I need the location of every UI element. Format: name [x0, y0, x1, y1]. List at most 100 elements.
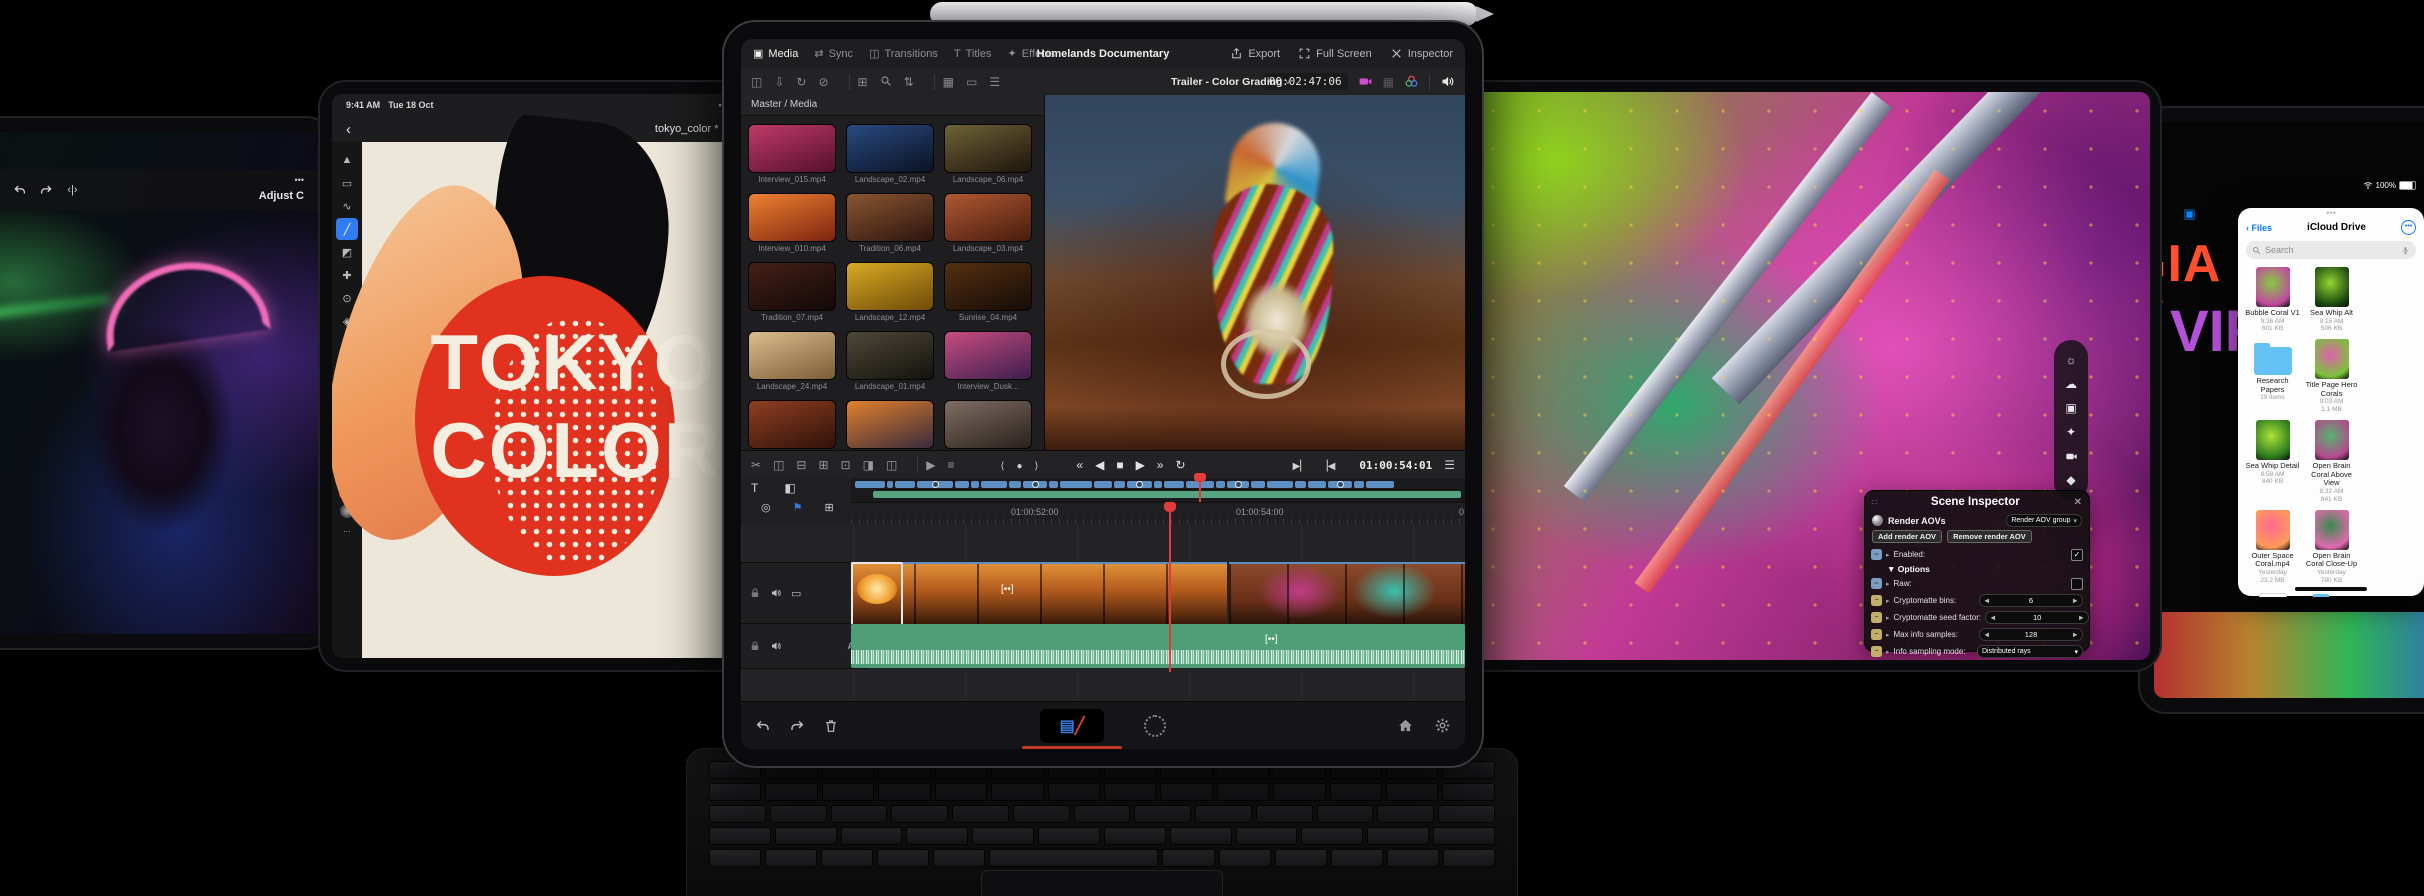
key[interactable] — [906, 827, 968, 845]
redo-icon[interactable] — [39, 183, 53, 197]
stepper-decrement-icon[interactable]: ◄ — [1989, 613, 1996, 622]
tab-transitions[interactable]: ◫Transitions — [869, 47, 938, 60]
brush-tool[interactable]: ╱ — [336, 218, 358, 240]
media-clip[interactable]: Landscape_01.mp4 — [846, 331, 934, 391]
key[interactable] — [935, 783, 987, 801]
timeline-menu-icon[interactable]: ☰ — [1444, 458, 1455, 472]
media-clip[interactable]: Landscape_02.mp4 — [846, 124, 934, 184]
stepper-decrement-icon[interactable]: ◄ — [1983, 596, 1990, 605]
unlink-icon[interactable]: ⊘ — [818, 75, 828, 89]
overview-clip-segment[interactable] — [895, 481, 915, 488]
tab-media[interactable]: ▣Media — [753, 47, 798, 60]
key[interactable] — [1443, 849, 1495, 867]
export-button[interactable]: Export — [1230, 47, 1280, 60]
text-tool-icon[interactable]: T — [751, 481, 758, 495]
key[interactable] — [989, 849, 1158, 867]
key[interactable] — [1170, 827, 1232, 845]
key[interactable] — [1433, 827, 1495, 845]
key[interactable] — [952, 805, 1009, 823]
trackpad[interactable] — [981, 870, 1223, 896]
match-right-icon[interactable]: ⟩ — [1034, 461, 1038, 472]
overview-clip-segment[interactable] — [1049, 481, 1058, 488]
overview-clip-segment[interactable] — [981, 481, 1007, 488]
key[interactable] — [878, 783, 930, 801]
back-chevron[interactable]: ‹ — [346, 121, 351, 138]
compare-icon[interactable]: ‹|› — [67, 184, 77, 196]
options-header[interactable]: ▼ Options — [1887, 564, 2083, 574]
replace-icon[interactable]: ⊡ — [841, 458, 851, 472]
key[interactable] — [1074, 805, 1131, 823]
media-icon[interactable]: ▣ — [2061, 398, 2081, 418]
grid-view-icon[interactable]: ⊞ — [858, 75, 868, 89]
keyboard-keys[interactable] — [709, 761, 1495, 871]
file-item[interactable]: Bubble Coral V19:36 AM601 KB — [2244, 267, 2301, 333]
transform-tool[interactable]: ▭ — [336, 172, 358, 194]
key[interactable] — [1195, 805, 1252, 823]
full-screen-button[interactable]: Full Screen — [1298, 47, 1372, 60]
media-clip[interactable]: Landscape_06.mp4 — [944, 124, 1032, 184]
key[interactable] — [1256, 805, 1313, 823]
environment-icon[interactable]: ☁ — [2061, 374, 2081, 394]
tab-titles[interactable]: TTitles — [954, 48, 992, 60]
overview-clip-segment[interactable] — [955, 481, 969, 488]
drag-handle-icon[interactable]: ∷ — [1872, 498, 1877, 507]
clip-play-icon[interactable]: ▶ — [926, 458, 935, 472]
expand-caret-icon[interactable]: ▸ — [1886, 648, 1890, 656]
overview-clip-segment[interactable] — [1354, 481, 1364, 488]
overview-clip-segment[interactable] — [855, 481, 885, 488]
key[interactable] — [709, 827, 771, 845]
file-item[interactable]: Sea Whip Alt9:15 AM506 KB — [2303, 267, 2360, 333]
media-clip[interactable]: Landscape_12.mp4 — [846, 262, 934, 322]
key[interactable] — [831, 805, 888, 823]
key[interactable] — [1387, 849, 1439, 867]
eraser-tool[interactable]: ◩ — [336, 241, 358, 263]
overview-clip-segment[interactable] — [1308, 481, 1326, 488]
checkbox[interactable] — [2071, 578, 2083, 590]
media-clip[interactable]: Sunrise_04.mp4 — [944, 262, 1032, 322]
add-track-icon[interactable]: ⊞ — [824, 501, 833, 514]
lock-icon[interactable] — [749, 587, 761, 599]
camera-icon[interactable] — [2061, 446, 2081, 466]
cut-page-button[interactable]: ▤╱ — [1040, 709, 1104, 743]
razor-icon[interactable]: ✂ — [751, 458, 761, 472]
overview-clip-segment[interactable] — [1216, 481, 1225, 488]
key[interactable] — [1317, 805, 1374, 823]
key[interactable] — [877, 849, 929, 867]
key[interactable] — [709, 783, 761, 801]
audio-clip[interactable]: [••] — [851, 624, 1465, 668]
play-to-end-icon[interactable]: ▶▏ — [1293, 461, 1308, 472]
aov-group-dropdown[interactable]: Render AOV group▾ — [2006, 514, 2082, 527]
overview-clip-segment[interactable] — [1114, 481, 1125, 488]
play-reverse-icon[interactable]: ◀ — [1095, 458, 1104, 472]
clip-settings-icon[interactable]: ≡ — [948, 458, 955, 472]
loop-icon[interactable]: ↻ — [1175, 458, 1185, 472]
stepper-increment-icon[interactable]: ► — [2072, 596, 2079, 605]
expand-caret-icon[interactable]: ▸ — [1886, 551, 1890, 559]
transition-icon[interactable]: ◫ — [886, 458, 897, 472]
media-clip[interactable]: Landscape_12.mp4 — [846, 400, 934, 450]
key[interactable] — [1386, 783, 1438, 801]
key[interactable] — [765, 783, 817, 801]
undo-icon[interactable] — [13, 183, 27, 197]
light-icon[interactable]: ☼ — [2061, 350, 2081, 370]
camera-icon[interactable] — [1358, 74, 1373, 89]
key[interactable] — [891, 805, 948, 823]
key[interactable] — [709, 849, 761, 867]
key[interactable] — [821, 849, 873, 867]
key[interactable] — [1038, 827, 1100, 845]
overview-clip-segment[interactable] — [1295, 481, 1306, 488]
key[interactable] — [1330, 783, 1382, 801]
stepper-increment-icon[interactable]: ► — [2072, 630, 2079, 639]
files-search-field[interactable]: Search — [2246, 241, 2416, 259]
key[interactable] — [1104, 827, 1166, 845]
lasso-tool[interactable]: ∿ — [336, 195, 358, 217]
sidebar-icon[interactable]: ◫ — [751, 75, 762, 89]
key[interactable] — [1217, 783, 1269, 801]
overview-clip-segment[interactable] — [1023, 481, 1047, 488]
trim-icon[interactable]: ◫ — [773, 458, 784, 472]
skip-forward-icon[interactable]: » — [1157, 458, 1164, 472]
append-icon[interactable]: ◨ — [863, 458, 874, 472]
key[interactable] — [1162, 849, 1214, 867]
media-clip[interactable]: Interview_010.mp4 — [748, 193, 836, 253]
tab-sync[interactable]: ⇄Sync — [814, 47, 853, 60]
